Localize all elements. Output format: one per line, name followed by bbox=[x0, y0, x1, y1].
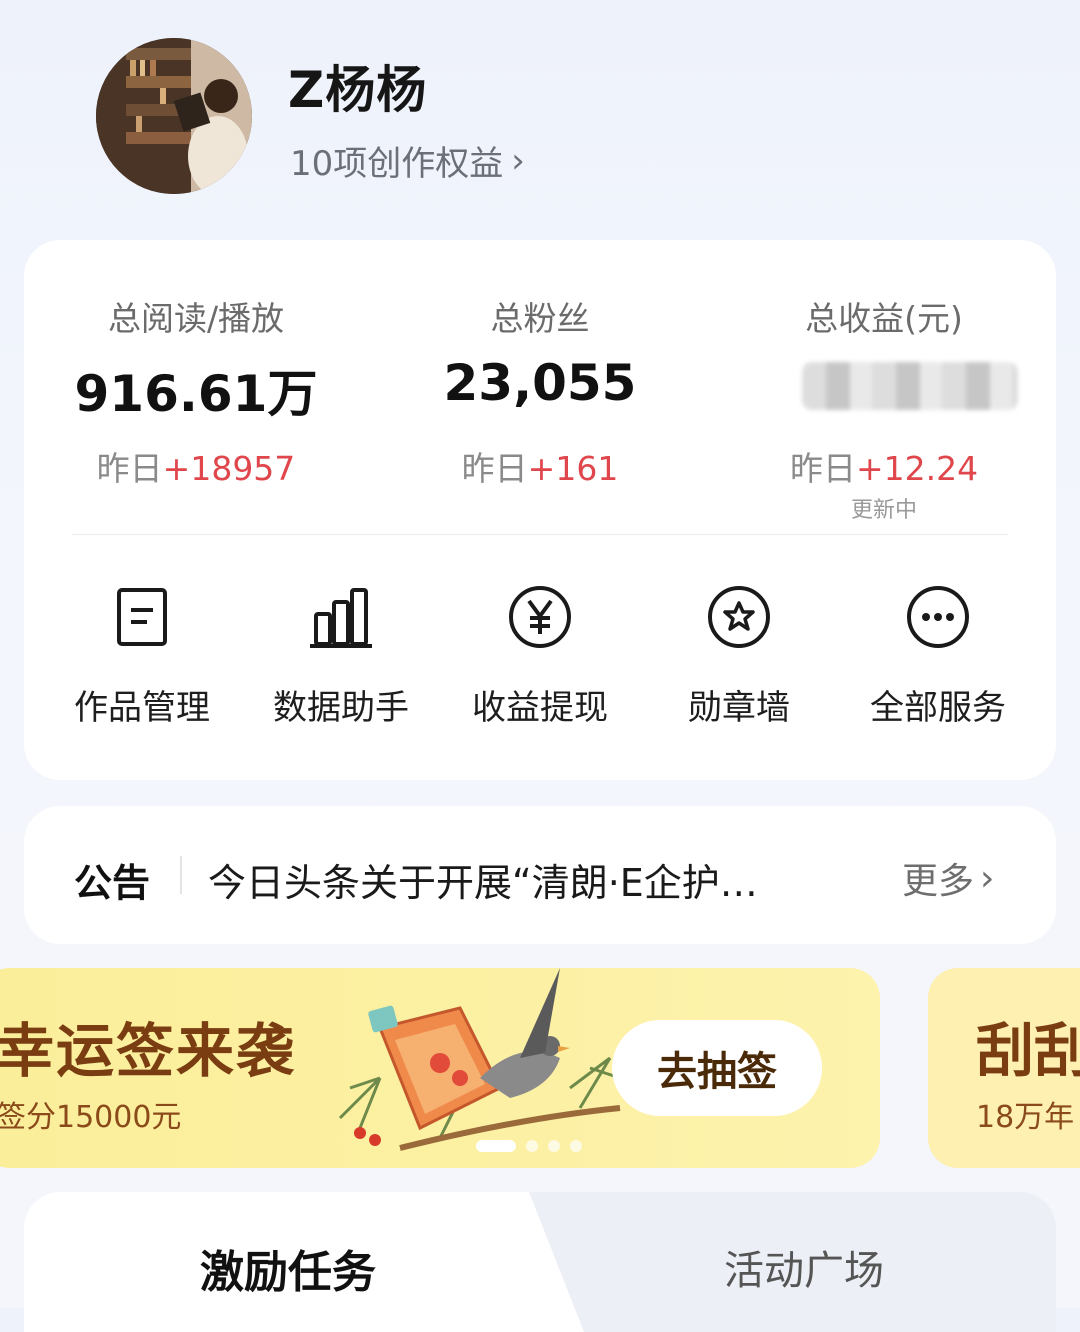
stat-delta: 昨日+161 bbox=[461, 449, 619, 488]
lucky-envelope-bird-illustration bbox=[338, 968, 621, 1151]
service-medal-wall[interactable]: 勋章墙 bbox=[639, 584, 839, 729]
creator-rights-link[interactable]: 10项创作权益 › bbox=[290, 136, 525, 185]
stat-delta: 昨日+18957 bbox=[96, 449, 296, 488]
stat-value: 23,055 bbox=[443, 354, 637, 412]
service-label: 作品管理 bbox=[74, 688, 210, 728]
service-label: 收益提现 bbox=[472, 688, 608, 728]
bar-chart-icon bbox=[310, 588, 372, 648]
avatar[interactable] bbox=[96, 38, 252, 194]
draw-lottery-button[interactable]: 去抽签 bbox=[612, 1020, 822, 1116]
service-works-management[interactable]: 作品管理 bbox=[42, 584, 242, 729]
task-tabs: 激励任务 活动广场 bbox=[24, 1192, 1056, 1332]
announcement-title: 公告 bbox=[74, 861, 151, 905]
stat-value: 916.61万 bbox=[74, 365, 318, 423]
carousel-indicator bbox=[476, 1140, 582, 1152]
stat-label: 总粉丝 bbox=[490, 299, 590, 338]
service-label: 数据助手 bbox=[273, 688, 409, 728]
username: Z杨杨 bbox=[288, 61, 428, 119]
next-banner-card[interactable]: 刮刮 18万年 bbox=[928, 968, 1080, 1168]
stat-label: 总收益(元) bbox=[805, 299, 963, 338]
chevron-right-icon: › bbox=[980, 857, 995, 899]
banner-subtitle: 18万年 bbox=[976, 1100, 1075, 1135]
tab-label[interactable]: 激励任务 bbox=[200, 1236, 376, 1300]
medal-star-icon bbox=[708, 586, 770, 648]
stat-label: 总阅读/播放 bbox=[107, 299, 285, 338]
tab-activity-square[interactable]: 活动广场 bbox=[724, 1238, 884, 1296]
more-label: 更多 bbox=[902, 861, 975, 902]
blurred-earnings-value bbox=[802, 362, 1018, 410]
announcement-more-link[interactable]: 更多 › bbox=[902, 852, 994, 904]
banner-title: 刮刮 bbox=[976, 1017, 1080, 1085]
service-all-services[interactable]: 全部服务 bbox=[838, 584, 1038, 729]
updating-note: 更新中 bbox=[850, 498, 917, 523]
banner-subtitle: 签分15000元 bbox=[0, 1100, 182, 1135]
document-icon bbox=[117, 588, 167, 646]
stat-delta: 昨日+12.24 bbox=[789, 449, 979, 488]
more-dots-icon bbox=[907, 586, 969, 648]
chevron-right-icon: › bbox=[511, 140, 525, 181]
lucky-draw-banner[interactable]: 幸运签来袭 签分15000元 去抽签 bbox=[0, 968, 880, 1168]
service-earnings-withdraw[interactable]: 收益提现 bbox=[440, 584, 640, 729]
banner-title: 幸运签来袭 bbox=[0, 1017, 297, 1085]
announcement-bar[interactable]: 公告 今日头条关于开展“清朗·E企护… 更多 › bbox=[24, 806, 1056, 944]
divider bbox=[72, 534, 1008, 535]
yen-circle-icon bbox=[509, 586, 571, 648]
announcement-text[interactable]: 今日头条关于开展“清朗·E企护… bbox=[208, 852, 868, 907]
service-label: 全部服务 bbox=[870, 688, 1006, 728]
creator-rights-label: 10项创作权益 bbox=[290, 144, 504, 184]
stats-card: 总阅读/播放 916.61万 昨日+18957 总粉丝 23,055 昨日+16… bbox=[24, 240, 1056, 780]
service-label: 勋章墙 bbox=[688, 688, 790, 728]
divider bbox=[180, 856, 182, 894]
service-data-assistant[interactable]: 数据助手 bbox=[241, 584, 441, 729]
